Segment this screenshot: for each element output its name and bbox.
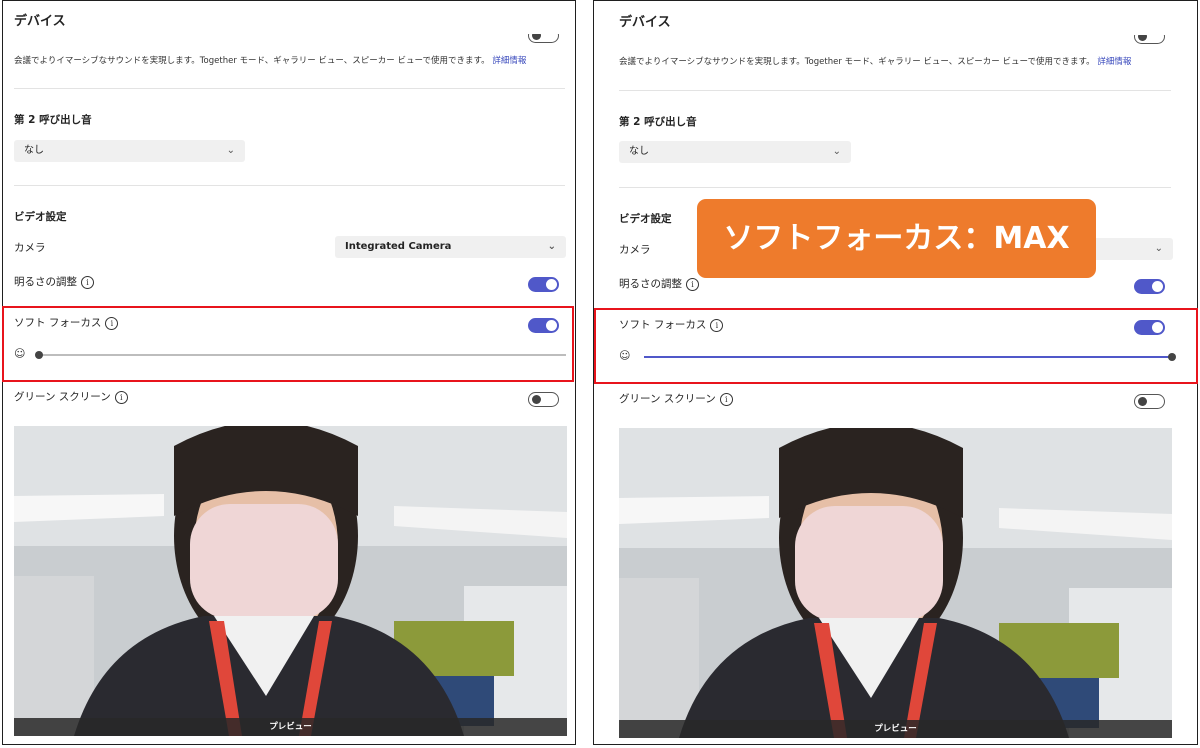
brightness-toggle[interactable]	[1134, 279, 1165, 294]
chevron-down-icon: ⌄	[832, 146, 841, 157]
header-title: デバイス	[14, 14, 66, 29]
chevron-down-icon: ⌄	[1154, 243, 1163, 254]
camera-preview: プレビュー	[14, 426, 567, 736]
second-ringer-value: なし	[629, 146, 649, 157]
camera-preview-image	[14, 426, 567, 736]
divider	[619, 187, 1171, 188]
info-icon[interactable]: i	[686, 277, 699, 291]
camera-preview: プレビュー	[619, 428, 1172, 738]
spatial-audio-description: 会議でよりイマーシブなサウンドを実現します。Together モード、ギャラリー…	[619, 55, 1131, 67]
second-ringer-dropdown[interactable]: なし ⌄	[619, 141, 851, 163]
second-ringer-label: 第 2 呼び出し音	[619, 116, 697, 128]
description-text: 会議でよりイマーシブなサウンドを実現します。Together モード、ギャラリー…	[619, 57, 1095, 67]
soft-focus-highlight-box	[594, 308, 1198, 384]
camera-label: カメラ	[14, 242, 46, 254]
brightness-toggle[interactable]	[528, 277, 559, 292]
green-screen-toggle[interactable]	[1134, 394, 1165, 409]
info-icon[interactable]: i	[81, 275, 94, 289]
chevron-down-icon: ⌄	[226, 145, 235, 156]
spatial-audio-toggle[interactable]	[1134, 35, 1165, 44]
camera-dropdown[interactable]: ⌄	[1091, 238, 1173, 260]
camera-value: Integrated Camera	[345, 241, 452, 252]
green-screen-toggle[interactable]	[528, 392, 559, 407]
brightness-label: 明るさの調整 i	[14, 274, 94, 289]
divider	[14, 88, 565, 89]
video-settings-label: ビデオ設定	[619, 213, 672, 225]
preview-label: プレビュー	[619, 720, 1172, 738]
info-icon[interactable]: i	[114, 390, 128, 404]
info-icon[interactable]: i	[719, 392, 733, 406]
camera-dropdown[interactable]: Integrated Camera ⌄	[335, 236, 566, 258]
brightness-label: 明るさの調整 i	[619, 276, 699, 291]
spatial-audio-toggle[interactable]	[528, 34, 559, 43]
more-info-link[interactable]: 詳細情報	[492, 56, 526, 66]
more-info-link[interactable]: 詳細情報	[1097, 57, 1131, 67]
soft-focus-highlight-box	[2, 306, 574, 382]
camera-preview-image	[619, 428, 1172, 738]
green-screen-label: グリーン スクリーン i	[14, 389, 128, 404]
green-screen-label-text: グリーン スクリーン	[619, 393, 716, 405]
video-settings-label: ビデオ設定	[14, 211, 67, 223]
green-screen-label-text: グリーン スクリーン	[14, 391, 111, 403]
header-title: デバイス	[619, 15, 671, 30]
brightness-label-text: 明るさの調整	[619, 278, 682, 290]
preview-label: プレビュー	[14, 718, 567, 736]
second-ringer-label: 第 2 呼び出し音	[14, 114, 92, 126]
green-screen-label: グリーン スクリーン i	[619, 391, 733, 406]
divider	[619, 90, 1171, 91]
spatial-audio-description: 会議でよりイマーシブなサウンドを実現します。Together モード、ギャラリー…	[14, 54, 526, 66]
second-ringer-value: なし	[24, 145, 44, 156]
second-ringer-dropdown[interactable]: なし ⌄	[14, 140, 245, 162]
brightness-label-text: 明るさの調整	[14, 276, 77, 288]
camera-label: カメラ	[619, 244, 651, 256]
chevron-down-icon: ⌄	[547, 241, 556, 252]
description-text: 会議でよりイマーシブなサウンドを実現します。Together モード、ギャラリー…	[14, 56, 490, 66]
divider	[14, 185, 565, 186]
soft-focus-max-callout: ソフトフォーカス：MAX	[697, 199, 1096, 278]
